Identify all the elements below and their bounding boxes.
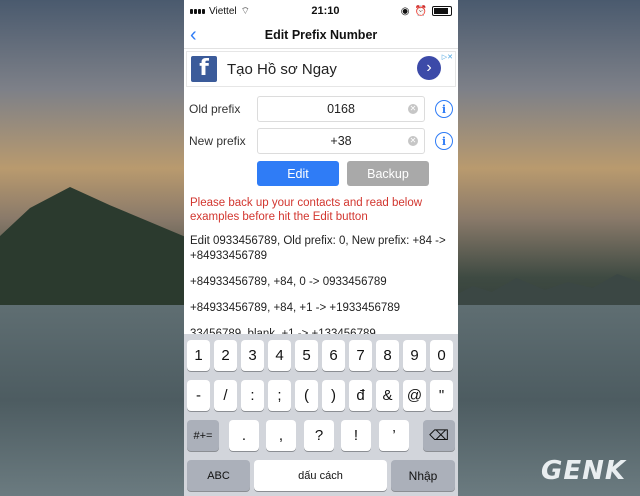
carrier-label: Viettel xyxy=(209,5,237,17)
watermark-logo: GENK xyxy=(540,456,626,486)
key-6[interactable]: 6 xyxy=(322,340,345,371)
signal-icon xyxy=(190,8,205,14)
new-prefix-input[interactable]: +38 ✕ xyxy=(257,128,425,154)
facebook-icon: f xyxy=(191,56,217,82)
info-icon[interactable]: i xyxy=(435,132,453,150)
abc-key[interactable]: ABC xyxy=(187,460,250,491)
backspace-icon[interactable]: ⌫ xyxy=(423,420,455,451)
clear-icon[interactable]: ✕ xyxy=(408,136,418,146)
adchoices-icon[interactable]: ▷✕ xyxy=(442,53,453,61)
key-question[interactable]: ? xyxy=(304,420,334,451)
examples-list: Edit 0933456789, Old prefix: 0, New pref… xyxy=(190,234,452,342)
return-key[interactable]: Nhập xyxy=(391,460,455,491)
key-colon[interactable]: : xyxy=(241,380,264,411)
old-prefix-label: Old prefix xyxy=(189,102,241,116)
wifi-icon: ⌔ xyxy=(240,5,251,17)
navigation-bar: ‹ Edit Prefix Number xyxy=(184,22,458,49)
key-slash[interactable]: / xyxy=(214,380,237,411)
old-prefix-input[interactable]: 0168 ✕ xyxy=(257,96,425,122)
key-9[interactable]: 9 xyxy=(403,340,426,371)
old-prefix-row: Old prefix 0168 ✕ i xyxy=(184,93,458,125)
new-prefix-row: New prefix +38 ✕ i xyxy=(184,125,458,157)
clock: 21:10 xyxy=(311,5,340,17)
key-3[interactable]: 3 xyxy=(241,340,264,371)
key-ampersand[interactable]: & xyxy=(376,380,399,411)
alarm-icon: ⏰ xyxy=(414,5,427,17)
ad-arrow-icon[interactable]: › xyxy=(417,56,441,80)
battery-icon xyxy=(431,6,452,16)
background-mountain xyxy=(0,187,200,320)
space-key[interactable]: dấu cách xyxy=(254,460,387,491)
key-4[interactable]: 4 xyxy=(268,340,291,371)
ad-banner[interactable]: f Tạo Hồ sơ Ngay › ▷✕ xyxy=(186,51,456,87)
key-close-paren[interactable]: ) xyxy=(322,380,345,411)
warning-text: Please back up your contacts and read be… xyxy=(190,197,423,223)
ad-text: Tạo Hồ sơ Ngay xyxy=(227,60,337,78)
example-line: +84933456789, +84, +1 -> +1933456789 xyxy=(190,302,401,314)
key-period[interactable]: . xyxy=(229,420,259,451)
key-at[interactable]: @ xyxy=(403,380,426,411)
new-prefix-value: +38 xyxy=(330,134,352,148)
key-open-paren[interactable]: ( xyxy=(295,380,318,411)
key-0[interactable]: 0 xyxy=(430,340,453,371)
key-quote[interactable]: " xyxy=(430,380,453,411)
key-dong[interactable]: đ xyxy=(349,380,372,411)
phone-screen: Viettel ⌔ 21:10 ◉ ⏰ ‹ Edit Prefix Number… xyxy=(184,0,458,496)
background-islands xyxy=(450,274,640,310)
keyboard: 1 2 3 4 5 6 7 8 9 0 - / : ; ( ) đ & @ " … xyxy=(184,334,458,496)
key-comma[interactable]: , xyxy=(266,420,296,451)
page-title: Edit Prefix Number xyxy=(264,28,378,42)
old-prefix-value: 0168 xyxy=(327,102,355,116)
backup-button[interactable]: Backup xyxy=(347,161,429,186)
status-bar: Viettel ⌔ 21:10 ◉ ⏰ xyxy=(184,0,458,22)
key-2[interactable]: 2 xyxy=(214,340,237,371)
back-chevron-icon[interactable]: ‹ xyxy=(190,25,197,45)
lock-rotation-icon: ◉ xyxy=(400,5,410,17)
key-8[interactable]: 8 xyxy=(376,340,399,371)
new-prefix-label: New prefix xyxy=(189,134,246,148)
example-line: +84933456789, +84, 0 -> 0933456789 xyxy=(190,276,387,288)
info-icon[interactable]: i xyxy=(435,100,453,118)
key-5[interactable]: 5 xyxy=(295,340,318,371)
edit-button[interactable]: Edit xyxy=(257,161,339,186)
more-symbols-key[interactable]: #+= xyxy=(187,420,219,451)
key-exclamation[interactable]: ! xyxy=(341,420,371,451)
action-buttons: Edit Backup xyxy=(257,161,458,186)
key-semicolon[interactable]: ; xyxy=(268,380,291,411)
key-1[interactable]: 1 xyxy=(187,340,210,371)
example-line: Edit 0933456789, Old prefix: 0, New pref… xyxy=(190,235,446,262)
key-hyphen[interactable]: - xyxy=(187,380,210,411)
clear-icon[interactable]: ✕ xyxy=(408,104,418,114)
key-7[interactable]: 7 xyxy=(349,340,372,371)
key-apostrophe[interactable]: ’ xyxy=(379,420,409,451)
